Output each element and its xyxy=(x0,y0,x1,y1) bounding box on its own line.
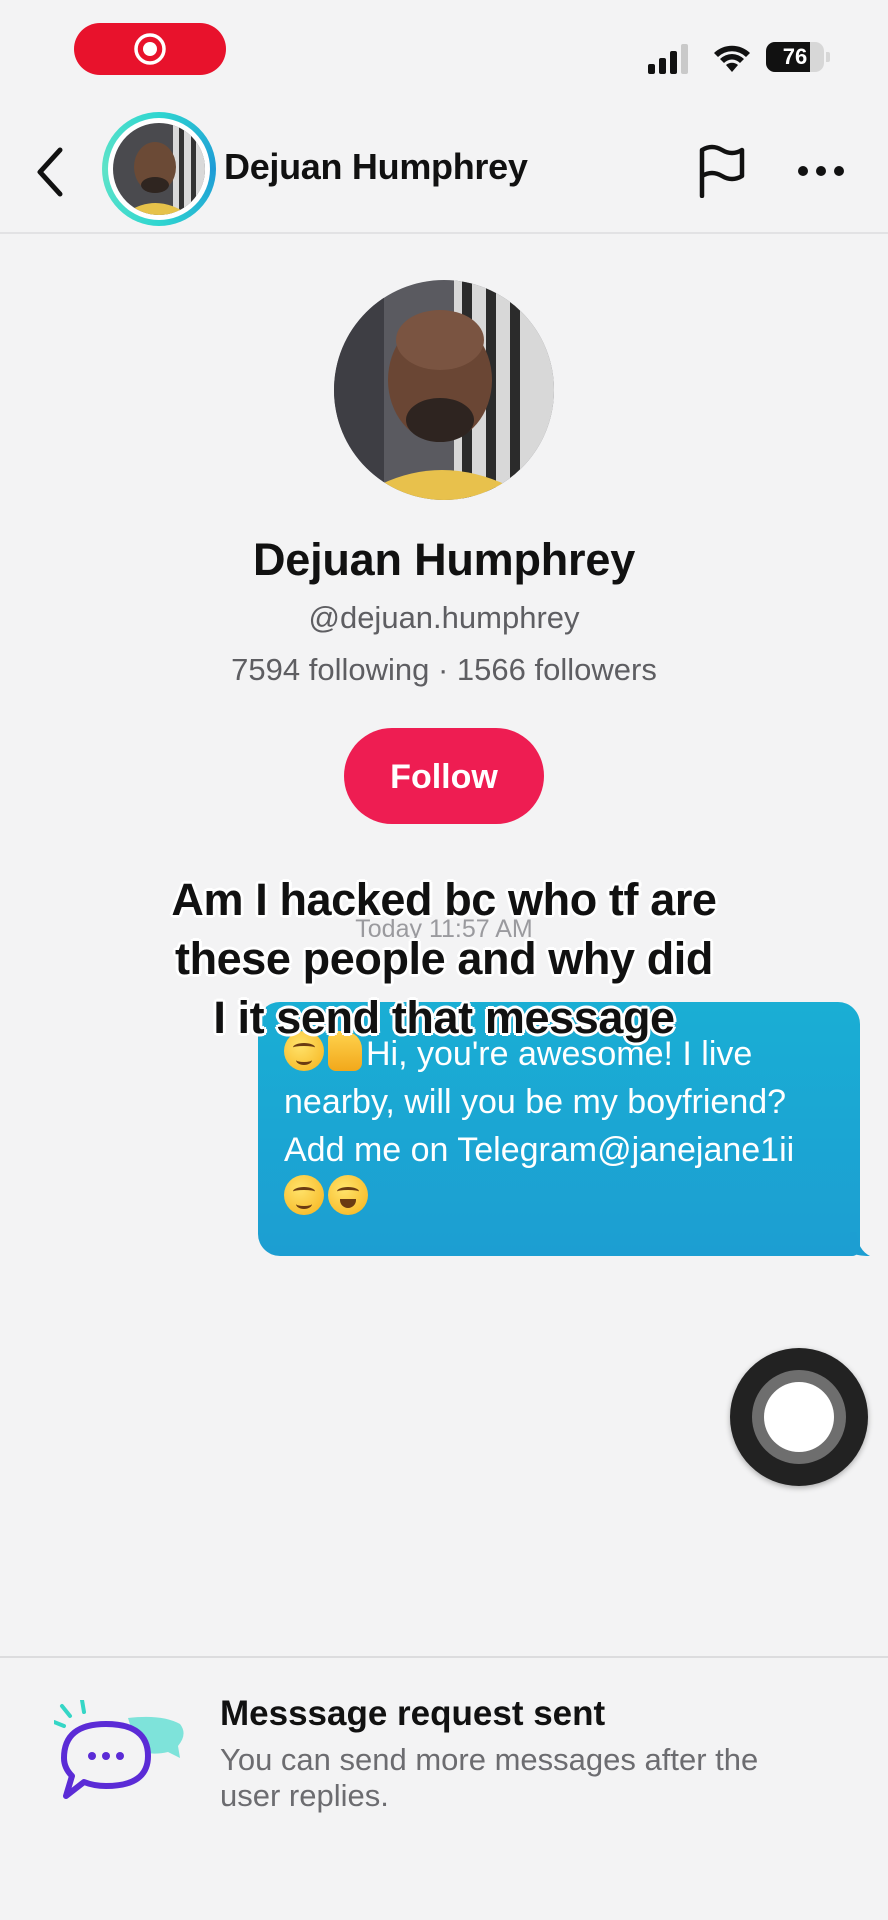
wifi-icon xyxy=(714,45,750,72)
battery-level: 76 xyxy=(782,44,808,69)
more-dots-icon[interactable] xyxy=(796,156,846,186)
profile-handle: @dejuan.humphrey xyxy=(308,600,580,635)
profile-follow-stats: 7594 following · 1566 followers xyxy=(231,652,657,687)
message-request-icon xyxy=(54,1700,184,1799)
screen-recording-icon xyxy=(134,33,166,65)
request-status-subtitle: You can send more messages after the use… xyxy=(220,1742,759,1813)
caption-line-3: I it send that message xyxy=(213,992,675,1043)
footer-divider xyxy=(0,1656,888,1658)
smirk-emoji-icon xyxy=(284,1175,324,1215)
flag-icon[interactable] xyxy=(696,144,748,198)
follow-button[interactable]: Follow xyxy=(344,728,544,824)
bubble-tail xyxy=(850,1232,870,1256)
avatar xyxy=(113,123,205,215)
message-text: Hi, you're awesome! I live nearby, will … xyxy=(284,1030,850,1222)
header-title[interactable]: Dejuan Humphrey xyxy=(224,146,528,188)
message-line-3: Add me on Telegram@janejane1ii xyxy=(284,1131,795,1169)
caption-line-2: these people and why did xyxy=(175,933,713,984)
header-divider xyxy=(0,232,888,234)
overlay-caption: Am I hacked bc who tf are these people a… xyxy=(84,870,804,1047)
header-avatar[interactable] xyxy=(102,112,216,226)
back-chevron-icon[interactable] xyxy=(28,142,72,202)
battery-icon: 76 xyxy=(766,42,830,72)
grinning-emoji-icon xyxy=(328,1175,368,1215)
cellular-signal-icon xyxy=(648,44,688,74)
profile-photo[interactable] xyxy=(334,280,554,500)
message-line-2: nearby, will you be my boyfriend? xyxy=(284,1083,787,1121)
request-status-title: Messsage request sent xyxy=(220,1694,606,1733)
floating-camera-button[interactable] xyxy=(730,1348,868,1486)
profile-name: Dejuan Humphrey xyxy=(252,534,636,585)
screen-recording-indicator[interactable] xyxy=(74,23,226,75)
caption-line-1: Am I hacked bc who tf are xyxy=(171,874,717,925)
